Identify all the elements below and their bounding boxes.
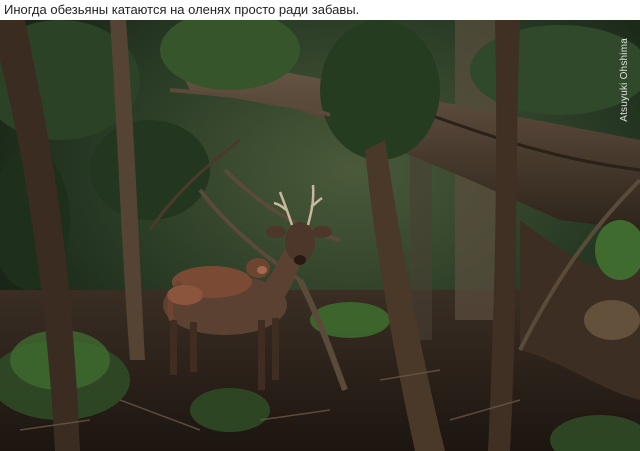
forest-photo: Atsuyuki Ohshima — [0, 20, 640, 451]
caption-text: Иногда обезьяны катаются на оленях прост… — [4, 2, 360, 17]
caption-bar: Иногда обезьяны катаются на оленях прост… — [0, 0, 640, 20]
photo-illustration — [0, 20, 640, 451]
photo-credit: Atsuyuki Ohshima — [619, 38, 630, 122]
